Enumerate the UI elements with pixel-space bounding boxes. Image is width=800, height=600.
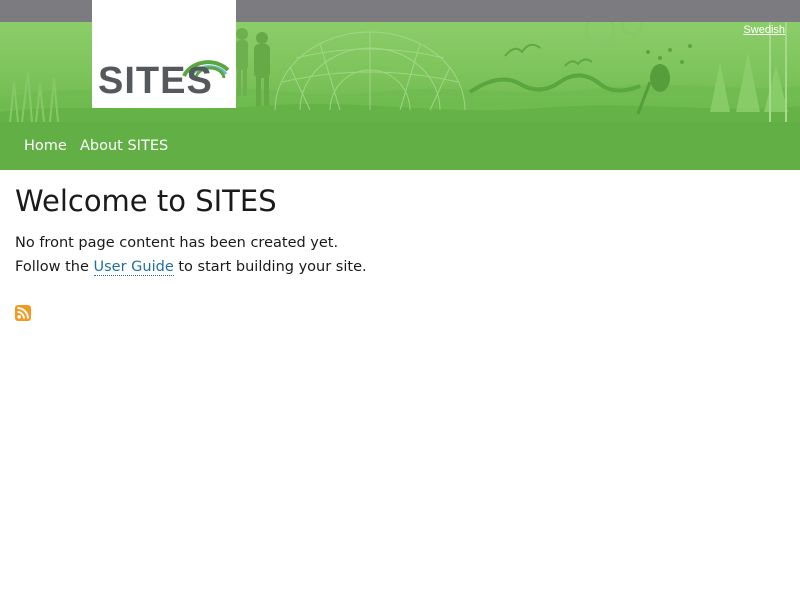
guide-paragraph: Follow the User Guide to start building … (15, 259, 367, 276)
nav-item-home[interactable]: Home (24, 122, 67, 170)
guide-text-before: Follow the (15, 259, 94, 275)
main-navigation: Home About SITES (0, 122, 800, 170)
guide-text-after: to start building your site. (173, 259, 367, 275)
language-switch-link[interactable]: Swedish (743, 24, 785, 36)
site-logo[interactable]: SITES (92, 0, 236, 108)
user-guide-link[interactable]: User Guide (93, 259, 174, 276)
nav-item-about-sites[interactable]: About SITES (80, 122, 168, 170)
rss-feed-icon[interactable] (15, 305, 31, 321)
logo-text: SITES (98, 60, 213, 102)
intro-text: No front page content has been created y… (15, 235, 339, 251)
page-title: Welcome to SITES (15, 184, 277, 218)
